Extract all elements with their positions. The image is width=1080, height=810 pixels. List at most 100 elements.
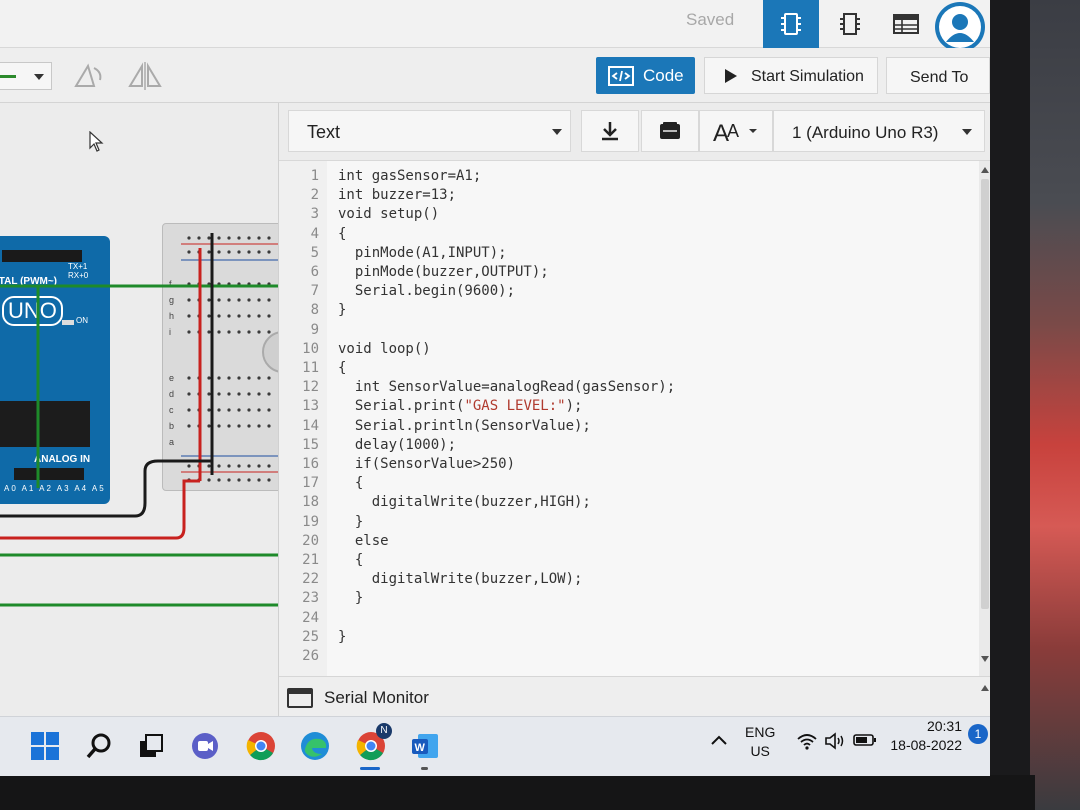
line-number: 10 [302,340,319,357]
active-indicator [360,767,380,770]
monitor-bezel-bottom [0,775,1035,810]
download-code-button[interactable] [581,110,639,152]
word-icon: W [412,734,438,758]
code-line: int SensorValue=analogRead(gasSensor); [338,379,676,396]
send-to-button[interactable]: Send To [886,57,990,94]
line-number: 9 [310,321,319,338]
line-number: 24 [302,609,319,626]
code-line: } [338,628,347,645]
mirror-button[interactable] [124,60,166,92]
chip-icon [781,13,801,35]
language-indicator[interactable]: ENG US [745,723,775,761]
serial-monitor-icon [287,688,313,708]
wire-color-swatch [0,75,16,78]
wifi-icon[interactable] [796,731,818,751]
schematic-view-button[interactable] [822,0,878,48]
code-line: } [338,590,364,607]
edge-app[interactable] [298,729,332,763]
line-number: 15 [302,436,319,453]
task-view-icon [140,734,163,757]
code-line: } [338,513,364,530]
edge-icon [301,732,329,760]
code-toolbar: Text A A 1 (Arduino Uno R3) [279,103,990,161]
language-region: US [750,743,770,759]
wire-black-ground [0,459,212,518]
saved-status: Saved [686,10,735,29]
code-panel: Text A A 1 (Arduino Uno R3) 1 2 3 4 5 6 … [278,103,990,716]
code-line: void loop() [338,340,431,357]
svg-text:A: A [727,121,739,141]
code-line: Serial.begin(9600); [338,283,516,300]
code-mode-select[interactable]: Text [288,110,571,152]
code-line: else [338,532,389,549]
font-size-button[interactable]: A A [699,110,773,152]
open-indicator [421,767,428,770]
line-number: 26 [302,648,319,664]
chevron-down-icon [552,129,562,135]
task-view-button[interactable] [134,729,168,763]
user-icon [939,6,981,48]
word-app[interactable]: W [408,729,442,770]
serial-monitor-bar[interactable]: Serial Monitor [279,676,990,716]
code-line: pinMode(buzzer,OUTPUT); [338,264,549,280]
expand-up-icon[interactable] [981,685,989,691]
line-number: 7 [310,283,319,300]
code-line: delay(1000); [338,436,457,453]
notification-badge[interactable]: 1 [968,724,988,744]
circuit-view-button[interactable] [763,0,819,48]
code-icon [608,66,634,86]
code-line: int buzzer=13; [338,187,457,204]
clock-date: 18-08-2022 [890,737,962,753]
libraries-button[interactable] [641,110,699,152]
chrome-profile-app[interactable]: N [354,723,392,770]
line-number: 6 [310,264,319,280]
code-line: } [338,302,347,319]
table-icon [893,14,919,34]
scroll-thumb[interactable] [981,179,989,609]
line-number: 13 [302,398,319,415]
code-line: Serial.println(SensorValue); [338,417,591,434]
code-line: void setup() [338,206,440,223]
circuit-canvas[interactable]: ITAL (PWM~) TX+1 RX+0 UNO ON ANALOG IN A… [0,103,278,716]
code-line: digitalWrite(buzzer,LOW); [338,571,583,588]
search-button[interactable] [82,729,116,763]
teams-app[interactable] [188,729,222,763]
send-to-label: Send To [910,69,969,86]
start-button[interactable] [28,729,62,763]
user-avatar[interactable] [935,2,985,52]
volume-icon[interactable] [824,731,848,751]
line-number: 1 [310,168,319,184]
chrome-icon [246,732,275,761]
language-code: ENG [745,724,776,740]
start-simulation-button[interactable]: Start Simulation [704,57,878,94]
line-number: 23 [302,590,319,607]
chrome-app[interactable] [244,729,278,763]
line-number: 16 [302,456,319,472]
components-list-button[interactable] [878,0,934,48]
code-line: { [338,360,347,376]
line-number: 4 [310,225,319,242]
chevron-down-icon [962,129,972,135]
clock-time: 20:31 [926,718,962,734]
line-number: 12 [302,379,319,396]
chat-icon [192,733,218,759]
editor-scrollbar[interactable] [979,161,990,676]
wire-color-picker[interactable] [0,62,52,90]
board-select[interactable]: 1 (Arduino Uno R3) [773,110,985,152]
scroll-up-icon[interactable] [981,167,989,173]
battery-icon[interactable] [853,732,877,748]
code-button[interactable]: Code [596,57,695,94]
library-icon [660,122,680,139]
code-editor[interactable]: 1 2 3 4 5 6 7 8 9 10 11 12 13 14 15 16 17 18 19 20 21 22 23 24 2… [279,161,990,676]
chevron-down-icon [34,74,44,80]
rotate-button[interactable] [68,60,108,92]
clock[interactable]: 20:31 18-08-2022 [888,717,962,755]
chevron-up-icon[interactable] [710,733,728,747]
serial-monitor-label: Serial Monitor [324,688,429,707]
line-number: 3 [310,206,319,223]
line-number: 11 [302,360,319,376]
scroll-down-icon[interactable] [981,656,989,662]
board-select-value: 1 (Arduino Uno R3) [792,123,939,142]
tinkercad-window: Saved Code Start Simulation Send To ITAL… [0,0,990,776]
line-number: 8 [310,302,319,319]
